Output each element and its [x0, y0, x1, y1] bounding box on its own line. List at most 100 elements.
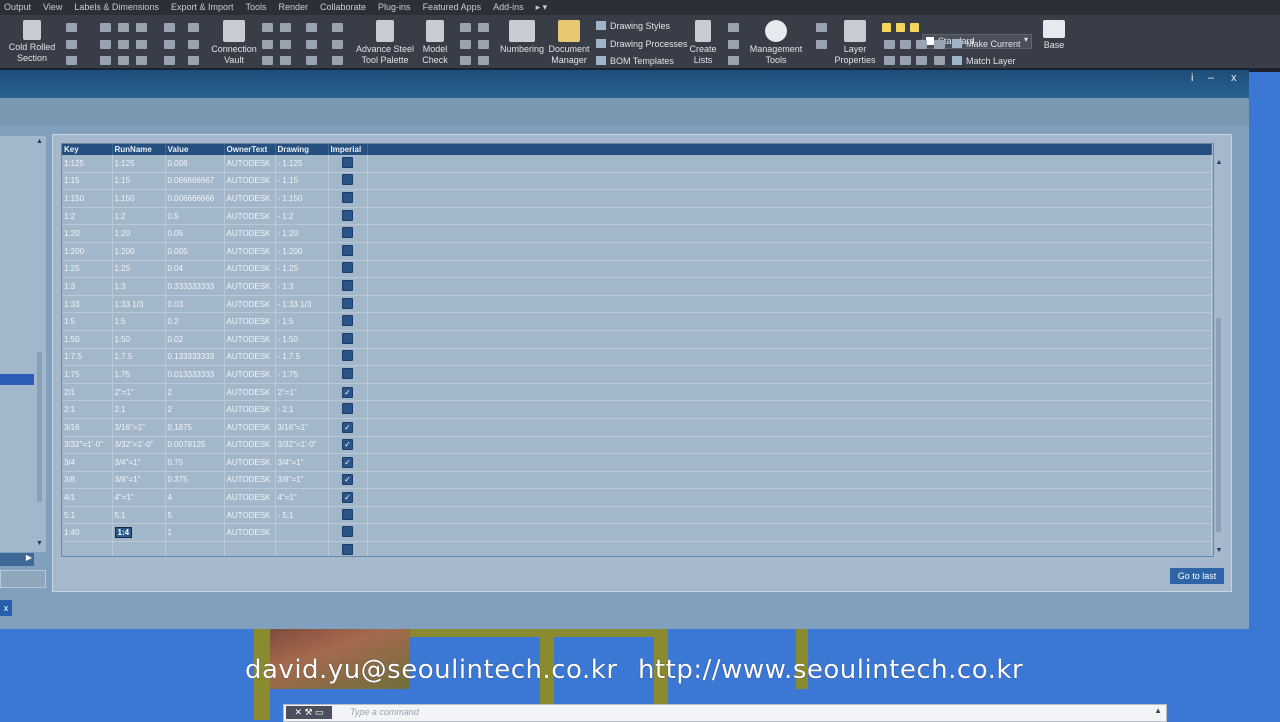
- imperial-checkbox[interactable]: ✓: [342, 439, 353, 451]
- tool-small-icon[interactable]: [460, 56, 471, 65]
- tool-small-icon[interactable]: [118, 40, 129, 49]
- column-header-value[interactable]: Value: [165, 144, 225, 155]
- panel-close-button[interactable]: x: [0, 600, 12, 616]
- cold-rolled-section-button[interactable]: Cold Rolled Section: [6, 20, 58, 64]
- cell-drawing[interactable]: - 1:50: [275, 330, 329, 349]
- cell-owner[interactable]: [224, 541, 276, 556]
- imperial-checkbox[interactable]: ✓: [342, 456, 353, 468]
- cell-owner[interactable]: AUTODESK: [224, 400, 276, 419]
- cell-value[interactable]: 0.133333333: [165, 348, 225, 367]
- column-header-key[interactable]: Key: [62, 144, 113, 155]
- scroll-down-icon[interactable]: ▼: [36, 540, 43, 547]
- cell-owner[interactable]: AUTODESK: [224, 242, 276, 261]
- tool-small-icon[interactable]: [816, 40, 827, 49]
- menu-item[interactable]: Add-ins: [489, 0, 532, 15]
- cell-value[interactable]: 4: [165, 488, 225, 507]
- layer-properties-button[interactable]: Layer Properties: [832, 20, 878, 66]
- column-header-runname[interactable]: RunName: [112, 144, 166, 155]
- cell-owner[interactable]: AUTODESK: [224, 295, 276, 314]
- menu-item[interactable]: ▸ ▾: [532, 0, 556, 15]
- tool-small-icon[interactable]: [478, 56, 489, 65]
- cell-key[interactable]: 1:25: [62, 260, 113, 279]
- tool-small-icon[interactable]: [332, 56, 343, 65]
- cell-value[interactable]: 0.008: [165, 155, 225, 173]
- cell-drawing[interactable]: - 5:1: [275, 506, 329, 525]
- scroll-up-icon[interactable]: ▲: [36, 138, 43, 145]
- cell-owner[interactable]: AUTODESK: [224, 418, 276, 437]
- tool-small-icon[interactable]: [728, 56, 739, 65]
- tool-small-icon[interactable]: [332, 23, 343, 32]
- table-grid[interactable]: Key RunName Value OwnerText Drawing Imperial …: [61, 143, 1214, 557]
- numbering-button[interactable]: Numbering: [498, 20, 546, 55]
- cell-value[interactable]: 0.02: [165, 330, 225, 349]
- imperial-checkbox[interactable]: [342, 279, 353, 291]
- tool-small-icon[interactable]: [478, 23, 489, 32]
- cell-key[interactable]: 1:125: [62, 155, 113, 173]
- cell-key[interactable]: 1:33: [62, 295, 113, 314]
- cell-key[interactable]: 2/1: [62, 383, 113, 402]
- table-row[interactable]: 2/1 2"=1" 2 AUTODESK 2"=1" ✓: [62, 383, 1212, 402]
- tool-small-icon[interactable]: [478, 40, 489, 49]
- cell-owner[interactable]: AUTODESK: [224, 523, 276, 543]
- match-layer-button[interactable]: Match Layer: [952, 56, 1016, 66]
- cell-owner[interactable]: AUTODESK: [224, 172, 276, 191]
- imperial-checkbox[interactable]: [342, 244, 353, 256]
- drawing-processes-button[interactable]: Drawing Processes: [596, 39, 688, 49]
- cell-value[interactable]: 0.2: [165, 312, 225, 331]
- tool-small-icon[interactable]: [100, 23, 111, 32]
- document-manager-button[interactable]: Document Manager: [546, 20, 592, 66]
- cell-drawing[interactable]: - 1:25: [275, 260, 329, 279]
- cell-drawing[interactable]: [275, 523, 329, 543]
- tool-small-icon[interactable]: [164, 23, 175, 32]
- cell-runname[interactable]: 1:125: [112, 155, 166, 173]
- cell-runname[interactable]: 4"=1": [112, 488, 166, 507]
- cell-drawing[interactable]: 4"=1": [275, 488, 329, 507]
- cell-drawing[interactable]: - 1:125: [275, 155, 329, 173]
- tool-small-icon[interactable]: [136, 40, 147, 49]
- management-tools-button[interactable]: Management Tools: [746, 20, 806, 66]
- imperial-checkbox[interactable]: [342, 191, 353, 203]
- cell-value[interactable]: 0.066666667: [165, 172, 225, 191]
- create-lists-button[interactable]: Create Lists: [686, 20, 720, 66]
- table-row[interactable]: 4/1 4"=1" 4 AUTODESK 4"=1" ✓: [62, 488, 1212, 507]
- tool-small-icon[interactable]: [280, 40, 291, 49]
- tool-small-icon[interactable]: [66, 23, 77, 32]
- bom-templates-button[interactable]: BOM Templates: [596, 56, 674, 66]
- table-row[interactable]: 1:150 1:150 0.006666666 AUTODESK - 1:150: [62, 189, 1212, 208]
- cell-runname[interactable]: 3/4"=1": [112, 453, 166, 472]
- imperial-checkbox[interactable]: [342, 403, 353, 415]
- make-current-button[interactable]: Make Current: [952, 39, 1021, 49]
- cell-key[interactable]: 1:150: [62, 189, 113, 208]
- cell-drawing[interactable]: - 1:15: [275, 172, 329, 191]
- tool-small-icon[interactable]: [66, 56, 77, 65]
- cell-owner[interactable]: AUTODESK: [224, 224, 276, 243]
- imperial-checkbox[interactable]: ✓: [342, 421, 353, 433]
- tool-small-icon[interactable]: [164, 56, 175, 65]
- cell-key[interactable]: [62, 541, 113, 556]
- cell-key[interactable]: 3/32"=1'-0": [62, 436, 113, 455]
- tool-small-icon[interactable]: [262, 40, 273, 49]
- imperial-checkbox[interactable]: [342, 508, 353, 520]
- tool-small-icon[interactable]: [262, 56, 273, 65]
- cell-key[interactable]: 1:3: [62, 277, 113, 296]
- category-selected-item[interactable]: [0, 374, 34, 385]
- layer-tool-icon[interactable]: [900, 40, 911, 49]
- cell-owner[interactable]: AUTODESK: [224, 330, 276, 349]
- menu-item[interactable]: Labels & Dimensions: [70, 0, 167, 15]
- table-row[interactable]: 1:7.5 1:7.5 0.133333333 AUTODESK - 1:7.5: [62, 348, 1212, 367]
- cell-key[interactable]: 3/16: [62, 418, 113, 437]
- table-row[interactable]: 1:40 1:4 1 AUTODESK: [62, 523, 1212, 543]
- cell-owner[interactable]: AUTODESK: [224, 383, 276, 402]
- cell-value[interactable]: 1: [165, 523, 225, 543]
- scroll-down-icon[interactable]: ▼: [1214, 546, 1224, 556]
- advance-steel-tool-palette-button[interactable]: Advance Steel Tool Palette: [354, 20, 416, 66]
- tool-small-icon[interactable]: [100, 40, 111, 49]
- cell-drawing[interactable]: 3/32"=1'-0": [275, 436, 329, 455]
- scroll-up-icon[interactable]: ▲: [1214, 158, 1224, 168]
- menu-item[interactable]: Output: [0, 0, 39, 15]
- table-row[interactable]: 1:20 1:20 0.05 AUTODESK - 1:20: [62, 224, 1212, 243]
- tool-small-icon[interactable]: [306, 23, 317, 32]
- cell-drawing[interactable]: - 1:7.5: [275, 348, 329, 367]
- table-row[interactable]: 1:200 1:200 0.005 AUTODESK - 1:200: [62, 242, 1212, 261]
- cell-drawing[interactable]: 3/8"=1": [275, 471, 329, 490]
